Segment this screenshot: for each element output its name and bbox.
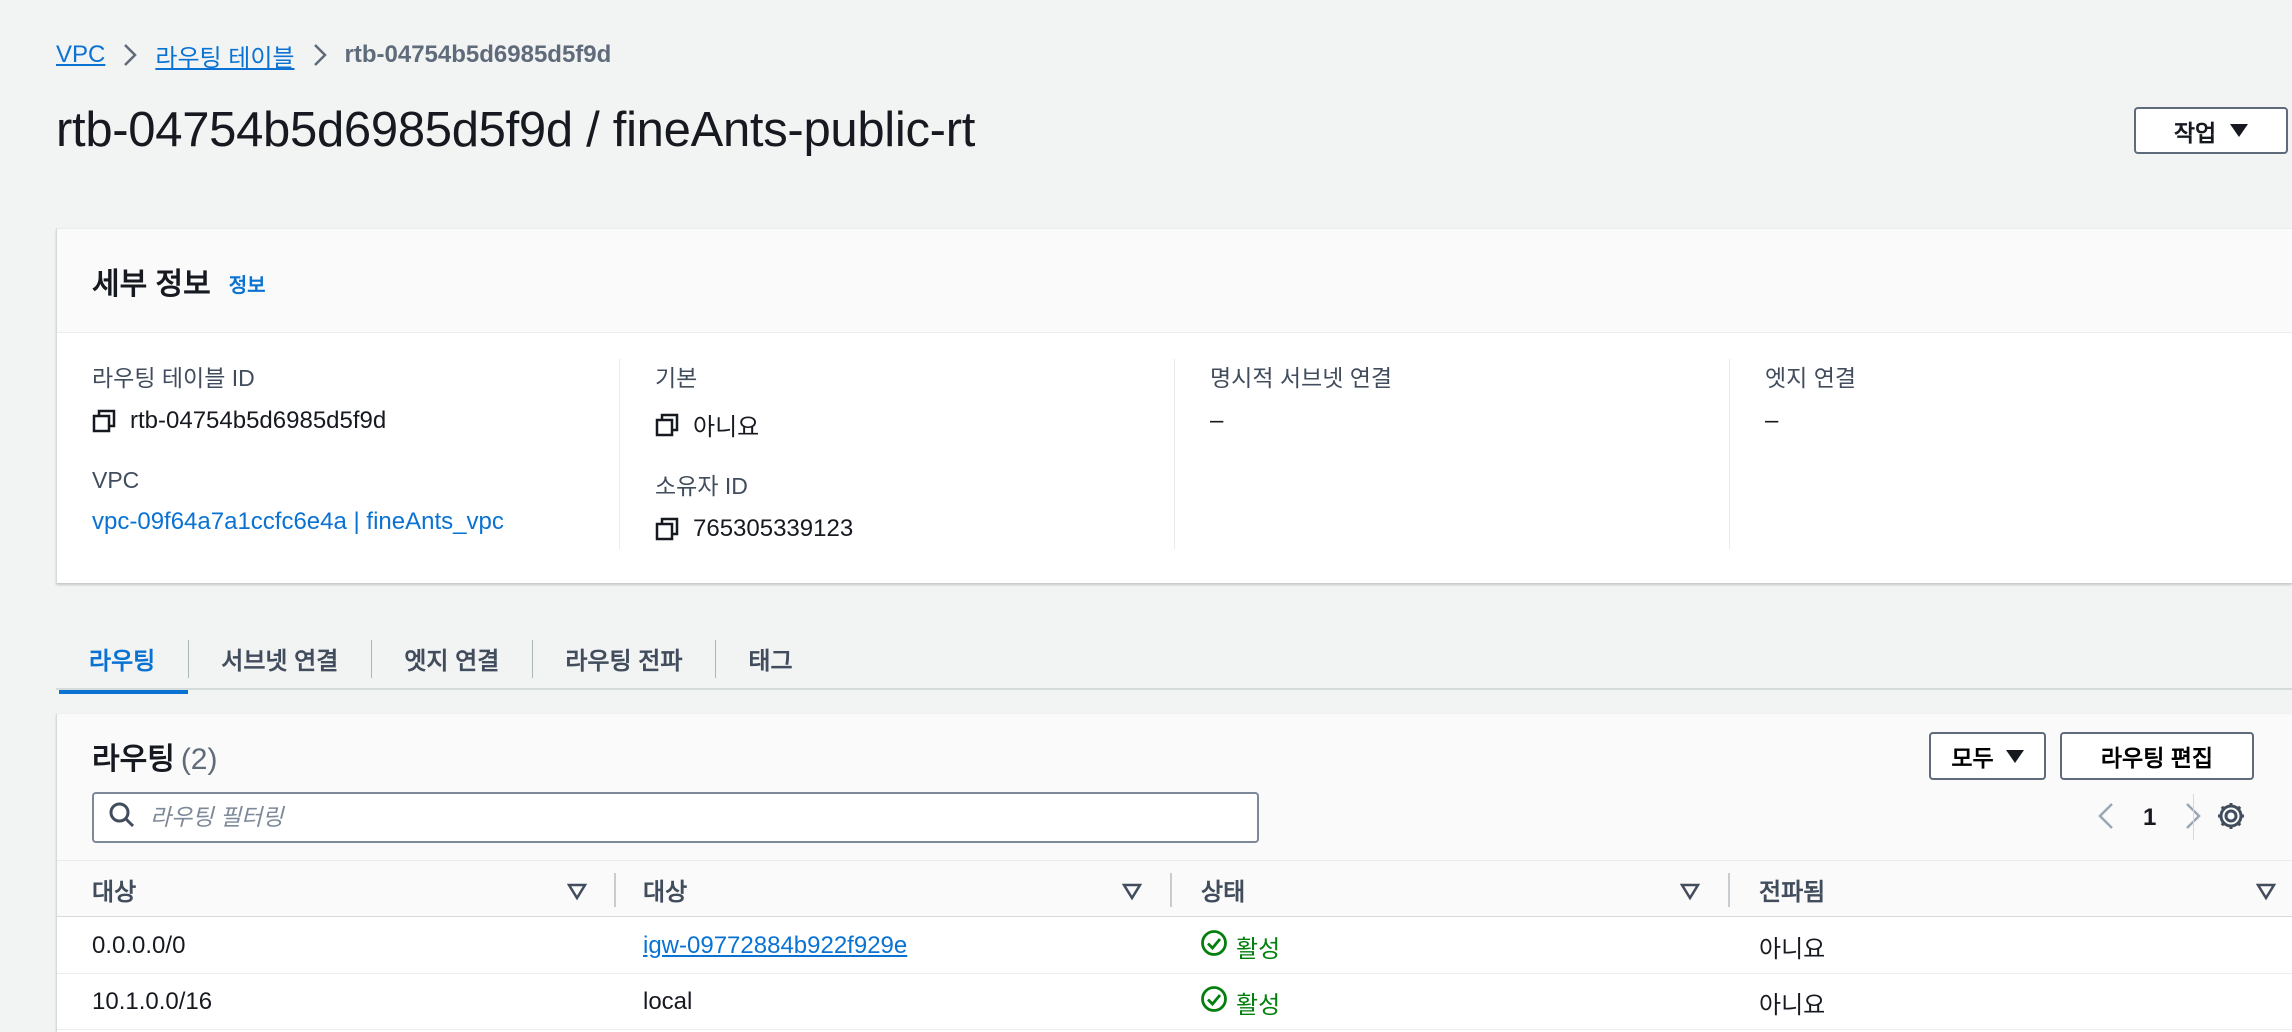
caret-down-icon [2230, 124, 2249, 137]
field-route-table-id: 라우팅 테이블 ID rtb-04754b5d6985d5f9d [92, 359, 386, 435]
route-filter-select-label: 모두 [1951, 745, 1994, 771]
vpc-link[interactable]: vpc-09f64a7a1ccfc6e4a | fineAnts_vpc [92, 508, 504, 536]
routes-title: 라우팅 (2) [92, 734, 217, 778]
chevron-right-icon [123, 43, 138, 67]
search-box[interactable] [92, 792, 1259, 843]
edge-value: – [1765, 407, 1779, 434]
divider [2193, 794, 2194, 840]
owner-id-value: 765305339123 [693, 515, 854, 542]
edit-routes-button[interactable]: 라우팅 편집 [2060, 732, 2254, 780]
column-header-status[interactable]: 상태 [1166, 861, 1724, 917]
page-number[interactable]: 1 [2137, 804, 2162, 832]
tab-route-propagation[interactable]: 라우팅 전파 [532, 634, 715, 682]
column-header-label: 전파됨 [1759, 878, 1826, 906]
explicit-subnet-value: – [1210, 407, 1224, 434]
tab-routes[interactable]: 라우팅 [56, 634, 189, 694]
field-value: 아니요 [655, 407, 759, 442]
cell-propagated: 아니요 [1759, 935, 1826, 963]
table-row: 0.0.0.0/0 igw-09772884b922f929e 활성 아니요 [57, 918, 2292, 974]
status-text: 활성 [1236, 935, 1281, 963]
routes-count: (2) [180, 743, 218, 776]
details-column-1: 라우팅 테이블 ID rtb-04754b5d6985d5f9d VPC vpc… [57, 359, 620, 549]
gear-icon[interactable] [2215, 800, 2247, 837]
target-link[interactable]: igw-09772884b922f929e [643, 932, 907, 960]
cell-target: local [643, 988, 693, 1015]
field-main: 기본 아니요 [655, 359, 759, 442]
actions-button-label: 작업 [2173, 119, 2217, 146]
column-header-label: 대상 [92, 878, 137, 906]
search-icon [108, 801, 136, 834]
copy-icon[interactable] [92, 409, 116, 433]
field-value: rtb-04754b5d6985d5f9d [92, 407, 386, 435]
details-column-2: 기본 아니요 소유자 ID 765305339123 [620, 359, 1175, 549]
search-input[interactable] [150, 804, 1230, 831]
breadcrumb-route-tables[interactable]: 라우팅 테이블 [155, 38, 294, 73]
field-label: 소유자 ID [655, 473, 748, 499]
field-label: 라우팅 테이블 ID [92, 365, 255, 391]
breadcrumb-vpc[interactable]: VPC [56, 41, 105, 69]
cell-destination: 10.1.0.0/16 [92, 988, 213, 1015]
field-label: 명시적 서브넷 연결 [1210, 365, 1393, 391]
check-circle-icon [1200, 985, 1228, 1020]
tab-subnet-associations[interactable]: 서브넷 연결 [188, 634, 371, 682]
details-column-3: 명시적 서브넷 연결 – [1175, 359, 1730, 549]
cell-status: 활성 [1200, 918, 1280, 974]
tab-tags[interactable]: 태그 [715, 634, 825, 682]
breadcrumb-current: rtb-04754b5d6985d5f9d [344, 41, 612, 68]
main-value: 아니요 [693, 414, 760, 441]
column-header-propagated[interactable]: 전파됨 [1724, 861, 2292, 917]
info-link[interactable]: 정보 [229, 269, 266, 298]
status-text: 활성 [1236, 991, 1281, 1019]
sort-caret-icon[interactable] [1121, 880, 1143, 908]
column-header-target[interactable]: 대상 [608, 861, 1166, 917]
column-header-destination[interactable]: 대상 [57, 861, 610, 917]
page-title: rtb-04754b5d6985d5f9d / fineAnts-public-… [56, 103, 976, 157]
details-title: 세부 정보 [92, 267, 211, 301]
sort-caret-icon[interactable] [2255, 880, 2277, 908]
field-explicit-subnet: 명시적 서브넷 연결 – [1210, 359, 1392, 435]
copy-icon[interactable] [655, 517, 679, 541]
field-edge: 엣지 연결 – [1765, 359, 1856, 435]
column-header-label: 상태 [1201, 878, 1246, 906]
routes-header: 라우팅(2) 모두 라우팅 편집 1 [57, 714, 2292, 861]
actions-dropdown-button[interactable]: 작업 [2134, 107, 2288, 154]
tab-edge-associations[interactable]: 엣지 연결 [371, 634, 532, 682]
copy-icon[interactable] [655, 413, 679, 437]
table-header: 대상 대상 상태 전파됨 [57, 861, 2292, 917]
status-badge: 활성 [1200, 985, 1280, 1020]
routes-title-text: 라우팅 [92, 743, 175, 776]
details-grid: 라우팅 테이블 ID rtb-04754b5d6985d5f9d VPC vpc… [57, 359, 2292, 559]
column-header-label: 대상 [643, 878, 688, 906]
caret-down-icon [2005, 749, 2024, 763]
route-table-id-value: rtb-04754b5d6985d5f9d [130, 407, 387, 434]
details-column-4: 엣지 연결 – [1730, 359, 2292, 549]
details-panel: 세부 정보 정보 라우팅 테이블 ID rtb-04754b5d6985d5f9… [56, 228, 2292, 583]
cell-propagated: 아니요 [1759, 991, 1826, 1019]
sort-caret-icon[interactable] [1679, 880, 1701, 908]
chevron-right-icon [313, 43, 327, 67]
cell-status: 활성 [1200, 974, 1280, 1030]
check-circle-icon [1200, 929, 1228, 964]
pagination: 1 [2097, 798, 2202, 838]
cell-destination: 0.0.0.0/0 [92, 932, 186, 959]
tab-list: 라우팅 서브넷 연결 엣지 연결 라우팅 전파 태그 [56, 630, 2292, 694]
table-row: 10.1.0.0/16 local 활성 아니요 [57, 974, 2292, 1030]
field-owner: 소유자 ID 765305339123 [655, 467, 853, 543]
status-badge: 활성 [1200, 929, 1280, 964]
chevron-left-icon[interactable] [2097, 801, 2115, 836]
route-filter-select[interactable]: 모두 [1929, 732, 2046, 780]
field-label: 기본 [655, 365, 698, 391]
field-value: 765305339123 [655, 515, 853, 543]
details-header: 세부 정보 정보 [57, 229, 2292, 333]
cell-target: igw-09772884b922f929e [643, 918, 907, 974]
field-vpc: VPC vpc-09f64a7a1ccfc6e4a | fineAnts_vpc [92, 467, 504, 536]
field-label: 엣지 연결 [1765, 365, 1857, 391]
field-label: VPC [92, 467, 140, 493]
routes-panel: 라우팅(2) 모두 라우팅 편집 1 [56, 714, 2292, 1032]
breadcrumb: VPC 라우팅 테이블 rtb-04754b5d6985d5f9d [56, 38, 611, 72]
sort-caret-icon[interactable] [566, 880, 588, 908]
